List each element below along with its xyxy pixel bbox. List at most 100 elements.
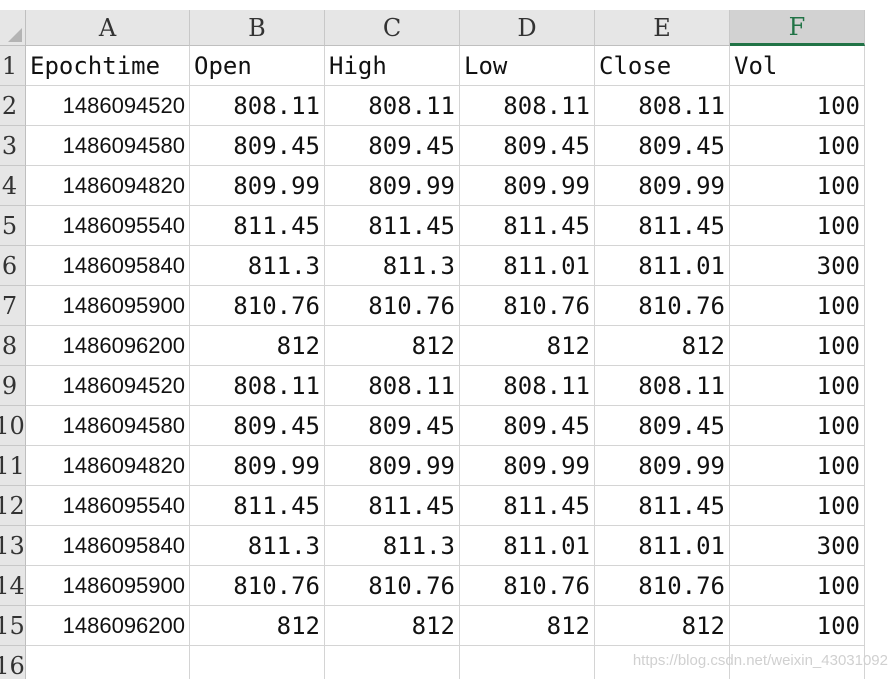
- cell-d16[interactable]: [460, 646, 595, 679]
- column-header-c[interactable]: C: [325, 10, 460, 46]
- column-header-e[interactable]: E: [595, 10, 730, 46]
- row-header-1[interactable]: 1: [0, 46, 26, 86]
- row-header-13[interactable]: 13: [0, 526, 26, 566]
- cell-b14[interactable]: 810.76: [190, 566, 325, 606]
- cell-d8[interactable]: 812: [460, 326, 595, 366]
- cell-a9[interactable]: 1486094520: [26, 366, 190, 406]
- cell-a10[interactable]: 1486094580: [26, 406, 190, 446]
- row-header-8[interactable]: 8: [0, 326, 26, 366]
- cell-d11[interactable]: 809.99: [460, 446, 595, 486]
- cell-f11[interactable]: 100: [730, 446, 865, 486]
- cell-b7[interactable]: 810.76: [190, 286, 325, 326]
- cell-e13[interactable]: 811.01: [595, 526, 730, 566]
- cell-a7[interactable]: 1486095900: [26, 286, 190, 326]
- cell-e5[interactable]: 811.45: [595, 206, 730, 246]
- cell-d12[interactable]: 811.45: [460, 486, 595, 526]
- select-all-corner[interactable]: [0, 10, 26, 46]
- cell-f7[interactable]: 100: [730, 286, 865, 326]
- cell-d15[interactable]: 812: [460, 606, 595, 646]
- cell-c16[interactable]: [325, 646, 460, 679]
- row-header-7[interactable]: 7: [0, 286, 26, 326]
- cell-a11[interactable]: 1486094820: [26, 446, 190, 486]
- cell-a16[interactable]: [26, 646, 190, 679]
- cell-a14[interactable]: 1486095900: [26, 566, 190, 606]
- cell-f14[interactable]: 100: [730, 566, 865, 606]
- cell-b4[interactable]: 809.99: [190, 166, 325, 206]
- cell-f3[interactable]: 100: [730, 126, 865, 166]
- cell-f9[interactable]: 100: [730, 366, 865, 406]
- cell-e4[interactable]: 809.99: [595, 166, 730, 206]
- cell-e3[interactable]: 809.45: [595, 126, 730, 166]
- row-header-14[interactable]: 14: [0, 566, 26, 606]
- cell-b15[interactable]: 812: [190, 606, 325, 646]
- row-header-4[interactable]: 4: [0, 166, 26, 206]
- cell-c5[interactable]: 811.45: [325, 206, 460, 246]
- cell-e2[interactable]: 808.11: [595, 86, 730, 126]
- cell-b11[interactable]: 809.99: [190, 446, 325, 486]
- cell-e14[interactable]: 810.76: [595, 566, 730, 606]
- column-header-b[interactable]: B: [190, 10, 325, 46]
- cell-f6[interactable]: 300: [730, 246, 865, 286]
- cell-c12[interactable]: 811.45: [325, 486, 460, 526]
- cell-a4[interactable]: 1486094820: [26, 166, 190, 206]
- cell-b6[interactable]: 811.3: [190, 246, 325, 286]
- row-header-9[interactable]: 9: [0, 366, 26, 406]
- cell-b13[interactable]: 811.3: [190, 526, 325, 566]
- cell-e9[interactable]: 808.11: [595, 366, 730, 406]
- cell-a15[interactable]: 1486096200: [26, 606, 190, 646]
- cell-b8[interactable]: 812: [190, 326, 325, 366]
- cell-c6[interactable]: 811.3: [325, 246, 460, 286]
- cell-b10[interactable]: 809.45: [190, 406, 325, 446]
- cell-d1[interactable]: Low: [460, 46, 595, 86]
- cell-e12[interactable]: 811.45: [595, 486, 730, 526]
- cell-e11[interactable]: 809.99: [595, 446, 730, 486]
- cell-d5[interactable]: 811.45: [460, 206, 595, 246]
- cell-d13[interactable]: 811.01: [460, 526, 595, 566]
- cell-c8[interactable]: 812: [325, 326, 460, 366]
- cell-b9[interactable]: 808.11: [190, 366, 325, 406]
- cell-d2[interactable]: 808.11: [460, 86, 595, 126]
- cell-b3[interactable]: 809.45: [190, 126, 325, 166]
- cell-f4[interactable]: 100: [730, 166, 865, 206]
- row-header-2[interactable]: 2: [0, 86, 26, 126]
- cell-c4[interactable]: 809.99: [325, 166, 460, 206]
- cell-e1[interactable]: Close: [595, 46, 730, 86]
- cell-d14[interactable]: 810.76: [460, 566, 595, 606]
- cell-a8[interactable]: 1486096200: [26, 326, 190, 366]
- cell-f15[interactable]: 100: [730, 606, 865, 646]
- row-header-12[interactable]: 12: [0, 486, 26, 526]
- cell-a1[interactable]: Epochtime: [26, 46, 190, 86]
- cell-c11[interactable]: 809.99: [325, 446, 460, 486]
- cell-e8[interactable]: 812: [595, 326, 730, 366]
- cell-c14[interactable]: 810.76: [325, 566, 460, 606]
- cell-d4[interactable]: 809.99: [460, 166, 595, 206]
- cell-f5[interactable]: 100: [730, 206, 865, 246]
- cell-c9[interactable]: 808.11: [325, 366, 460, 406]
- row-header-15[interactable]: 15: [0, 606, 26, 646]
- row-header-11[interactable]: 11: [0, 446, 26, 486]
- cell-a5[interactable]: 1486095540: [26, 206, 190, 246]
- cell-c7[interactable]: 810.76: [325, 286, 460, 326]
- cell-c15[interactable]: 812: [325, 606, 460, 646]
- column-header-a[interactable]: A: [26, 10, 190, 46]
- cell-c13[interactable]: 811.3: [325, 526, 460, 566]
- cell-d6[interactable]: 811.01: [460, 246, 595, 286]
- cell-b1[interactable]: Open: [190, 46, 325, 86]
- cell-b2[interactable]: 808.11: [190, 86, 325, 126]
- cell-c1[interactable]: High: [325, 46, 460, 86]
- cell-f12[interactable]: 100: [730, 486, 865, 526]
- cell-c3[interactable]: 809.45: [325, 126, 460, 166]
- cell-a12[interactable]: 1486095540: [26, 486, 190, 526]
- cell-f13[interactable]: 300: [730, 526, 865, 566]
- spreadsheet-grid[interactable]: A B C D E F 1 2 3 4 5 6 7 8 9 10 11 12 13 14 15 16 Epochtime Op…: [0, 0, 896, 679]
- cell-a3[interactable]: 1486094580: [26, 126, 190, 166]
- cell-d10[interactable]: 809.45: [460, 406, 595, 446]
- cell-c10[interactable]: 809.45: [325, 406, 460, 446]
- row-header-3[interactable]: 3: [0, 126, 26, 166]
- cell-e15[interactable]: 812: [595, 606, 730, 646]
- row-header-10[interactable]: 10: [0, 406, 26, 446]
- cell-c2[interactable]: 808.11: [325, 86, 460, 126]
- row-header-16[interactable]: 16: [0, 646, 26, 679]
- cell-b12[interactable]: 811.45: [190, 486, 325, 526]
- cell-a6[interactable]: 1486095840: [26, 246, 190, 286]
